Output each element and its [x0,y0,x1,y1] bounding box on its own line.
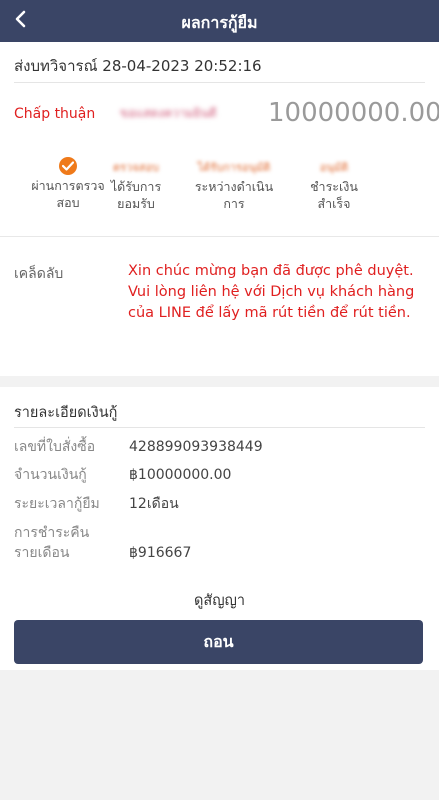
monthly-repayment-value: ฿916667 [129,545,192,561]
submit-label: ส่งบทวิจารณ์ [14,57,98,75]
step-paid: อนุมัติ ชำระเงินสำเร็จ [298,158,370,212]
divider [14,82,425,83]
details-title: รายละเอียดเงินกู้ [14,405,118,421]
step-blur-text: ตรวจสอบ [113,161,159,174]
page-title: ผลการกู้ยืม [181,13,258,32]
loan-summary-card: ส่งบทวิจารณ์ 28-04-2023 20:52:16 Chấp th… [0,42,439,236]
view-contract-link[interactable]: ดูสัญญา [0,589,439,612]
step-blur-text: ได้รับการอนุมัติ [197,161,271,174]
check-circle-icon [59,157,77,175]
submit-time: 28-04-2023 20:52:16 [102,57,262,75]
step-accepted: ตรวจสอบ ได้รับการยอมรับ [104,158,168,212]
loan-amount-label: จำนวนเงินกู้ [14,467,87,483]
loan-term-value: 12เดือน [129,496,179,512]
blurred-name: ขอแสดงความยินดี [120,106,217,120]
step-label: ผ่านการตรวจสอบ [31,178,105,210]
tips-card: เคล็ดลับ Xin chúc mừng bạn đã được phê d… [0,236,439,376]
status-text: Chấp thuận [14,106,96,122]
loan-term-label: ระยะเวลากู้ยืม [14,496,100,512]
step-label: ได้รับการยอมรับ [110,179,162,211]
loan-amount-value: ฿10000000.00 [129,467,232,483]
tips-text: Xin chúc mừng bạn đã được phê duyệt. Vui… [128,263,415,321]
step-label: ระหว่างดำเนินการ [194,179,274,211]
divider [14,427,425,428]
order-number-label: เลขที่ใบสั่งซื้อ [14,439,96,455]
submit-time-line: ส่งบทวิจารณ์ 28-04-2023 20:52:16 [14,54,262,78]
withdraw-button[interactable]: ถอน [14,620,423,664]
step-blur-text: อนุมัติ [319,161,349,174]
step-processing: ได้รับการอนุมัติ ระหว่างดำเนินการ [188,158,280,212]
top-navbar: ผลการกู้ยืม [0,0,439,42]
step-verified: ผ่านการตรวจสอบ [28,157,108,211]
tips-label: เคล็ดลับ [14,266,64,282]
loan-amount: 10000000.00 [268,98,439,128]
step-label: ชำระเงินสำเร็จ [310,179,358,211]
monthly-repayment-label: การชำระคืนรายเดือน [14,525,90,561]
order-number-value: 428899093938449 [129,439,263,455]
loan-details-card: รายละเอียดเงินกู้ เลขที่ใบสั่งซื้อ 42889… [0,387,439,670]
